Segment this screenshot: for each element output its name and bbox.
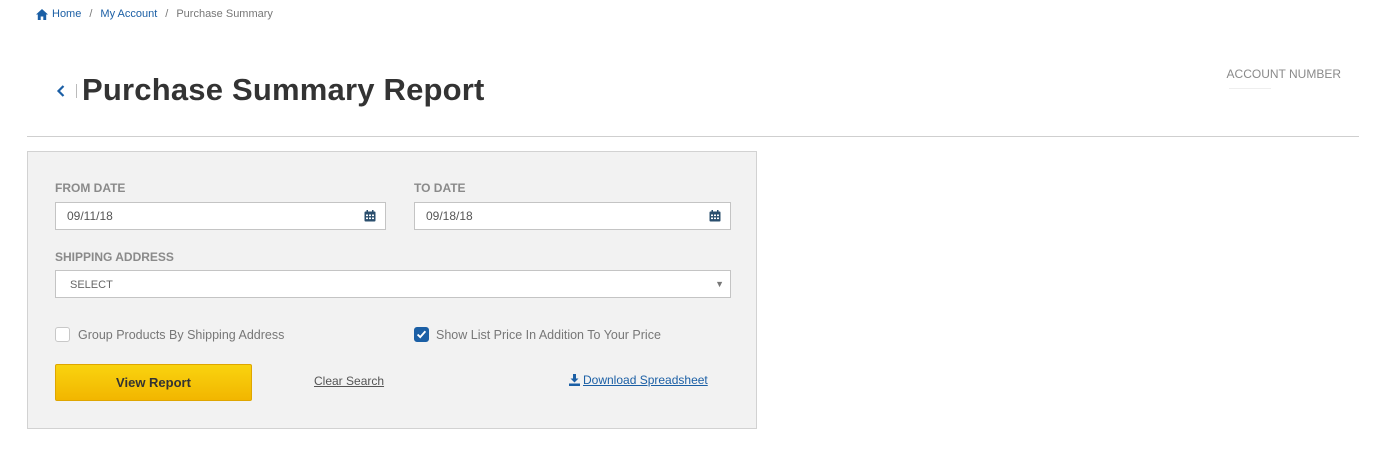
- show-list-price-checkbox[interactable]: [414, 327, 429, 342]
- account-number-label: ACCOUNT NUMBER: [1226, 67, 1341, 81]
- page-title: Purchase Summary Report: [82, 72, 485, 107]
- breadcrumb-account-link[interactable]: My Account: [100, 8, 157, 20]
- download-spreadsheet-label: Download Spreadsheet: [583, 373, 708, 387]
- home-icon: [36, 8, 48, 20]
- from-date-value: 09/11/18: [67, 209, 113, 223]
- breadcrumb-separator: /: [89, 8, 93, 20]
- breadcrumb: Home / My Account / Purchase Summary: [36, 8, 273, 20]
- download-spreadsheet-link[interactable]: Download Spreadsheet: [569, 373, 708, 387]
- title-divider: [76, 84, 77, 98]
- shipping-address-label: SHIPPING ADDRESS: [55, 250, 174, 264]
- report-filter-panel: FROM DATE 09/11/18 TO DATE 09/18/18 SHIP…: [27, 151, 757, 429]
- shipping-address-select[interactable]: SELECT ▼: [55, 270, 731, 298]
- view-report-button[interactable]: View Report: [55, 364, 252, 401]
- shipping-address-value: SELECT: [70, 279, 113, 291]
- to-date-value: 09/18/18: [426, 209, 473, 223]
- to-date-label: TO DATE: [414, 181, 466, 195]
- breadcrumb-separator: /: [165, 8, 169, 20]
- group-products-checkbox[interactable]: [55, 327, 70, 342]
- caret-down-icon: ▼: [715, 279, 724, 289]
- clear-search-link[interactable]: Clear Search: [314, 374, 384, 388]
- header-divider: [27, 136, 1359, 137]
- breadcrumb-home-link[interactable]: Home: [52, 8, 81, 20]
- breadcrumb-current: Purchase Summary: [176, 8, 273, 20]
- calendar-icon[interactable]: [709, 210, 721, 222]
- calendar-icon[interactable]: [364, 210, 376, 222]
- group-products-label[interactable]: Group Products By Shipping Address: [78, 328, 284, 342]
- check-icon: [416, 330, 427, 339]
- download-icon: [569, 374, 580, 386]
- from-date-input[interactable]: 09/11/18: [55, 202, 386, 230]
- to-date-input[interactable]: 09/18/18: [414, 202, 731, 230]
- from-date-label: FROM DATE: [55, 181, 126, 195]
- back-chevron-icon[interactable]: [54, 83, 68, 99]
- account-number-value: [1229, 88, 1271, 89]
- show-list-price-label[interactable]: Show List Price In Addition To Your Pric…: [436, 328, 661, 342]
